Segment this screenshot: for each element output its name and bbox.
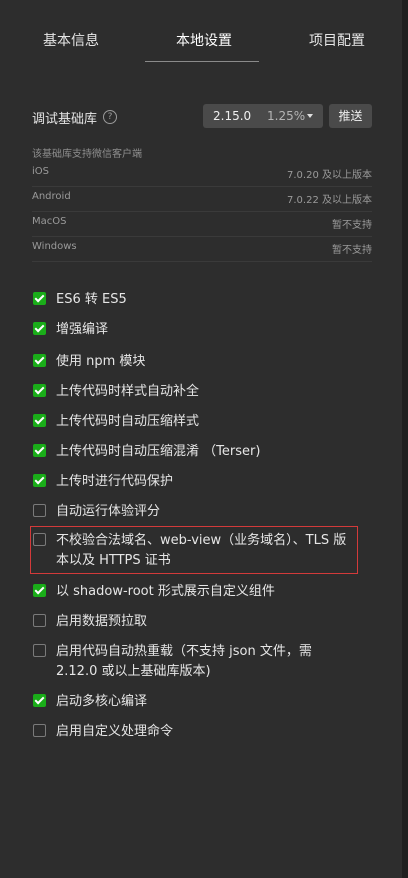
checkbox-checked[interactable] (33, 474, 46, 487)
client-row: MacOS 暂不支持 (32, 212, 372, 237)
client-row: iOS 7.0.20 及以上版本 (32, 162, 372, 187)
checkbox-unchecked[interactable] (33, 724, 46, 737)
checkbox-checked[interactable] (33, 414, 46, 427)
push-button[interactable]: 推送 (329, 104, 372, 128)
checkbox-checked[interactable] (33, 384, 46, 397)
client-version: 7.0.22 及以上版本 (287, 195, 372, 206)
checkbox-checked[interactable] (33, 322, 46, 335)
client-version: 暂不支持 (332, 245, 372, 256)
client-row: Windows 暂不支持 (32, 237, 372, 262)
checkbox-checked[interactable] (33, 694, 46, 707)
checkbox-checked[interactable] (33, 292, 46, 305)
sdk-version-select[interactable]: 2.15.0 1.25% (203, 104, 323, 128)
question-circle-icon[interactable]: ? (103, 110, 117, 124)
client-row: Android 7.0.22 及以上版本 (32, 187, 372, 212)
option-label: 使用 npm 模块 (56, 354, 146, 369)
client-name: Windows (32, 241, 77, 252)
adjacent-pane-edge (402, 0, 408, 878)
option-label: 不校验合法域名、web-view（业务域名）、TLS 版本以及 HTTPS 证书 (56, 533, 347, 568)
option-label: 上传代码时自动压缩混淆 （Terser) (56, 444, 261, 459)
tab-local-settings[interactable]: 本地设置 (176, 30, 232, 50)
client-version: 7.0.20 及以上版本 (287, 170, 372, 181)
settings-tabs: 基本信息 本地设置 项目配置 (0, 0, 402, 78)
option-auto-audit[interactable]: 自动运行体验评分 (33, 502, 363, 522)
option-multicore-compile[interactable]: 启动多核心编译 (33, 692, 363, 712)
checkbox-unchecked[interactable] (33, 614, 46, 627)
caret-down-icon (307, 114, 313, 118)
option-label: 启用自定义处理命令 (56, 724, 174, 739)
checkbox-checked[interactable] (33, 354, 46, 367)
client-name: MacOS (32, 216, 67, 227)
option-label: 启动多核心编译 (56, 694, 148, 709)
option-enhanced-compile[interactable]: 增强编译 (33, 320, 363, 340)
tab-basic-info[interactable]: 基本信息 (43, 30, 99, 50)
client-name: iOS (32, 166, 49, 177)
option-label: 启用数据预拉取 (56, 614, 148, 629)
checkbox-unchecked[interactable] (33, 644, 46, 657)
option-label: 上传代码时样式自动补全 (56, 384, 200, 399)
option-skip-domain-check[interactable]: 不校验合法域名、web-view（业务域名）、TLS 版本以及 HTTPS 证书 (33, 531, 363, 571)
option-hot-reload[interactable]: 启用代码自动热重载（不支持 json 文件，需 2.12.0 或以上基础库版本) (33, 642, 363, 682)
tab-project-config[interactable]: 项目配置 (309, 30, 365, 50)
option-minify-style[interactable]: 上传代码时自动压缩样式 (33, 412, 363, 432)
option-minify-terser[interactable]: 上传代码时自动压缩混淆 （Terser) (33, 442, 363, 462)
option-label: 上传时进行代码保护 (56, 474, 174, 489)
option-label: ES6 转 ES5 (56, 292, 127, 307)
supported-clients-title: 该基础库支持微信客户端 (32, 149, 142, 160)
option-label: 启用代码自动热重载（不支持 json 文件，需 2.12.0 或以上基础库版本) (56, 644, 312, 679)
checkbox-unchecked[interactable] (33, 504, 46, 517)
option-label: 以 shadow-root 形式展示自定义组件 (56, 584, 275, 599)
local-settings-panel: 基本信息 本地设置 项目配置 调试基础库 ? 2.15.0 1.25% 推送 该… (0, 0, 402, 878)
option-npm-modules[interactable]: 使用 npm 模块 (33, 352, 363, 372)
option-data-prefetch[interactable]: 启用数据预拉取 (33, 612, 363, 632)
debug-sdk-label: 调试基础库 (32, 112, 98, 127)
option-label: 增强编译 (56, 322, 109, 337)
checkbox-unchecked[interactable] (33, 533, 46, 546)
option-shadow-root[interactable]: 以 shadow-root 形式展示自定义组件 (33, 582, 363, 602)
debug-sdk-row: 调试基础库 ? 2.15.0 1.25% 推送 (32, 104, 372, 128)
option-custom-commands[interactable]: 启用自定义处理命令 (33, 722, 363, 742)
option-code-protect[interactable]: 上传时进行代码保护 (33, 472, 363, 492)
option-es6-to-es5[interactable]: ES6 转 ES5 (33, 290, 363, 310)
option-label: 自动运行体验评分 (56, 504, 161, 519)
option-label: 上传代码时自动压缩样式 (56, 414, 200, 429)
sdk-version-value: 2.15.0 (213, 109, 252, 123)
option-autoprefix-style[interactable]: 上传代码时样式自动补全 (33, 382, 363, 402)
client-name: Android (32, 191, 71, 202)
checkbox-checked[interactable] (33, 444, 46, 457)
checkbox-checked[interactable] (33, 584, 46, 597)
sdk-usage-percent: 1.25% (267, 109, 306, 123)
client-version: 暂不支持 (332, 220, 372, 231)
active-tab-indicator (145, 61, 259, 62)
